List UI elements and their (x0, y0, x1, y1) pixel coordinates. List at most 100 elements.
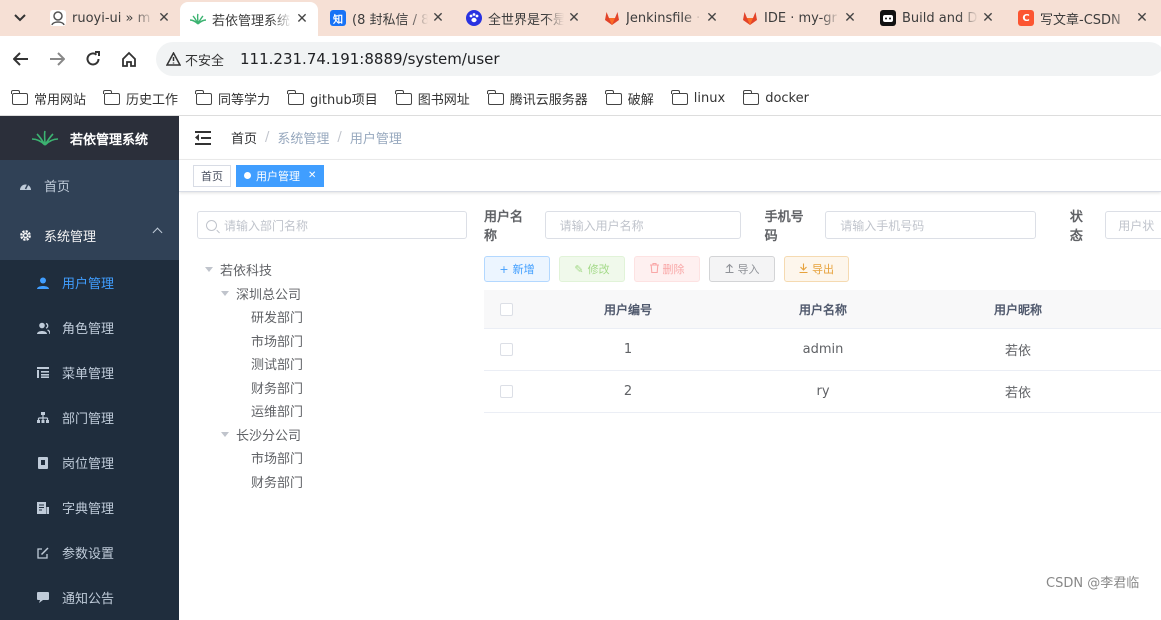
dashboard-icon (18, 178, 32, 192)
sidebar-item-system[interactable]: 系统管理 (0, 210, 179, 260)
tree-node-leaf[interactable]: 财务部门 (197, 470, 467, 494)
phone-input[interactable]: 请输入手机号码 (825, 211, 1036, 239)
close-icon[interactable]: ✕ (564, 10, 584, 26)
bookmark-folder[interactable]: github项目 (287, 89, 378, 108)
sidebar-item-config[interactable]: 参数设置 (0, 530, 179, 575)
tree-node-leaf[interactable]: 市场部门 (197, 329, 467, 353)
status-select[interactable]: 用户状 (1105, 211, 1161, 239)
tree-table-icon (36, 366, 50, 380)
hamburger-icon[interactable] (195, 130, 211, 145)
bookmark-folder[interactable]: linux (671, 89, 725, 106)
edit-button[interactable]: ✎ 修改 (559, 256, 625, 282)
tree-node-shenzhen[interactable]: 深圳总公司 (197, 282, 467, 306)
bookmark-label: github项目 (310, 93, 378, 108)
tree-node-label: 财务部门 (251, 381, 304, 397)
bookmark-folder[interactable]: 腾讯云服务器 (487, 89, 588, 108)
close-icon[interactable]: ✕ (428, 10, 448, 26)
table-row[interactable]: 1 admin 若依 (484, 329, 1161, 371)
row-checkbox[interactable] (499, 343, 513, 356)
close-icon[interactable]: ✕ (840, 10, 860, 26)
sidebar-item-dept[interactable]: 部门管理 (0, 395, 179, 440)
bookmark-folder[interactable]: 破解 (605, 89, 654, 108)
browser-tab[interactable]: 全世界是不是 ✕ (456, 4, 590, 32)
tags-view: 首页 用户管理 ✕ (179, 160, 1161, 192)
tree-node-leaf[interactable]: 市场部门 (197, 446, 467, 470)
row-checkbox[interactable] (499, 385, 513, 398)
folder-icon (742, 89, 760, 105)
tree-node-changsha[interactable]: 长沙分公司 (197, 423, 467, 447)
forward-button[interactable] (44, 46, 70, 72)
phone-placeholder: 请输入手机号码 (840, 218, 925, 233)
sidebar-item-user[interactable]: 用户管理 (0, 260, 179, 305)
tab-search-button[interactable] (6, 4, 34, 32)
close-icon[interactable]: ✕ (154, 10, 174, 26)
tag-home[interactable]: 首页 (193, 164, 231, 187)
import-label: 导入 (737, 263, 760, 276)
sidebar-item-label: 首页 (44, 179, 71, 195)
sidebar-item-label: 角色管理 (62, 322, 115, 337)
csdn-icon: C (1018, 10, 1034, 26)
export-button[interactable]: 导出 (784, 256, 849, 282)
table-row[interactable]: 2 ry 若依 (484, 371, 1161, 413)
caret-down-icon[interactable] (221, 431, 229, 437)
browser-tab[interactable]: Jenkinsfile · ✕ (594, 4, 728, 32)
header-nick-name[interactable]: 用户昵称 (918, 301, 1118, 318)
browser-tab[interactable]: ruoyi-ui » m ✕ (40, 4, 180, 32)
sidebar-item-dict[interactable]: 字典管理 (0, 485, 179, 530)
gear-icon (18, 228, 32, 242)
header-user-id[interactable]: 用户编号 (528, 301, 728, 318)
dept-search-input[interactable]: 请输入部门名称 (197, 211, 467, 239)
browser-tab[interactable]: Build and D ✕ (870, 4, 1004, 32)
upload-icon (725, 263, 734, 276)
tree-node-leaf[interactable]: 研发部门 (197, 305, 467, 329)
home-button[interactable] (116, 46, 142, 72)
import-button[interactable]: 导入 (709, 256, 775, 282)
browser-tab[interactable]: IDE · my-gr ✕ (732, 4, 866, 32)
close-icon[interactable]: ✕ (702, 10, 722, 26)
dept-tree: 若依科技 深圳总公司 研发部门 市场部门 测试部门 财务部门 运维部门 长沙分公… (197, 258, 467, 493)
table-header: 用户编号 用户名称 用户昵称 (484, 290, 1161, 329)
bookmark-folder[interactable]: docker (742, 89, 809, 106)
site-security-chip[interactable]: 不安全 (166, 50, 224, 69)
close-icon[interactable]: ✕ (978, 10, 998, 26)
username-input[interactable]: 请输入用户名称 (544, 211, 741, 239)
trash-icon (649, 262, 659, 276)
bookmark-label: 同等学力 (218, 93, 271, 108)
bookmark-folder[interactable]: 历史工作 (103, 89, 178, 108)
browser-tab[interactable]: 知 (8 封私信 / 8 ✕ (320, 4, 454, 32)
tree-node-leaf[interactable]: 运维部门 (197, 399, 467, 423)
browser-tab[interactable]: C 写文章-CSDN ✕ (1008, 4, 1158, 32)
sidebar-item-home[interactable]: 首页 (0, 160, 179, 210)
select-all-checkbox[interactable] (499, 302, 513, 316)
url-text: 111.231.74.191:8889/system/user (240, 50, 500, 68)
caret-down-icon[interactable] (205, 267, 213, 273)
add-button[interactable]: + 新增 (484, 256, 550, 282)
reload-button[interactable] (80, 46, 106, 72)
breadcrumb-home[interactable]: 首页 (231, 128, 257, 147)
delete-button[interactable]: 删除 (634, 256, 700, 282)
sidebar-item-role[interactable]: 角色管理 (0, 305, 179, 350)
address-bar[interactable]: 不安全 111.231.74.191:8889/system/user (156, 42, 1161, 76)
dept-panel: 请输入部门名称 若依科技 深圳总公司 研发部门 市场部门 测试部门 财务部门 运… (197, 211, 467, 493)
tree-node-leaf[interactable]: 财务部门 (197, 376, 467, 400)
bookmark-folder[interactable]: 同等学力 (195, 89, 271, 108)
close-icon[interactable]: ✕ (292, 11, 312, 27)
close-icon[interactable]: ✕ (308, 170, 316, 181)
username-placeholder: 请输入用户名称 (559, 218, 644, 233)
header-user-name[interactable]: 用户名称 (728, 301, 918, 318)
sidebar-item-menu[interactable]: 菜单管理 (0, 350, 179, 395)
sidebar-brand[interactable]: 若依管理系统 (0, 116, 179, 160)
back-button[interactable] (8, 46, 34, 72)
bookmark-folder[interactable]: 图书网址 (395, 89, 470, 108)
user-icon (36, 276, 50, 290)
caret-down-icon[interactable] (221, 290, 229, 296)
edit-icon (36, 546, 50, 560)
sidebar-item-post[interactable]: 岗位管理 (0, 440, 179, 485)
username-label: 用户名称 (484, 210, 524, 244)
tag-user-active[interactable]: 用户管理 ✕ (236, 164, 325, 187)
tree-node-root[interactable]: 若依科技 (197, 258, 467, 282)
tree-node-leaf[interactable]: 测试部门 (197, 352, 467, 376)
browser-tab-active[interactable]: 若依管理系统 ✕ (180, 2, 318, 36)
bookmark-folder[interactable]: 常用网站 (11, 89, 86, 108)
close-icon[interactable]: ✕ (1132, 10, 1152, 26)
